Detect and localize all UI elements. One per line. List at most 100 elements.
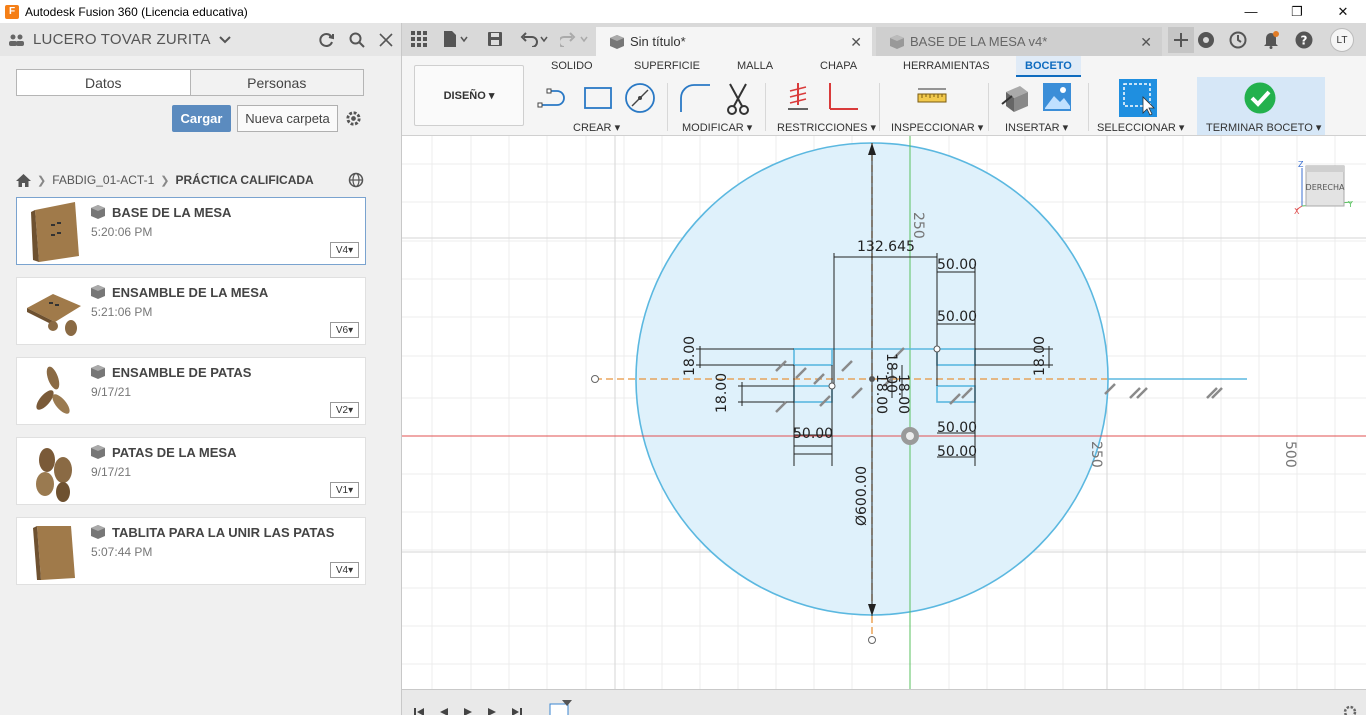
tab-chapa[interactable]: CHAPA <box>820 60 857 72</box>
timeline-sketch-item[interactable] <box>549 700 572 715</box>
list-item[interactable]: ENSAMBLE DE LA MESA 5:21:06 PM V6 ▾ <box>16 277 366 345</box>
go-to-start-icon[interactable] <box>414 708 424 715</box>
timeline-settings-icon[interactable] <box>1342 704 1358 715</box>
go-to-end-icon[interactable] <box>512 708 522 715</box>
dimension-label[interactable]: 50.00 <box>937 444 977 460</box>
workspace-dropdown[interactable]: DISEÑO ▾ <box>414 65 524 126</box>
tab-malla[interactable]: MALLA <box>737 60 773 72</box>
version-dropdown[interactable]: V4 ▾ <box>330 562 359 578</box>
step-forward-icon[interactable] <box>488 708 496 715</box>
sketch-canvas[interactable]: 132.645 50.00 50.00 50.00 50.00 50.00 18… <box>402 136 1366 689</box>
measure-icon[interactable] <box>917 87 947 107</box>
sketch-point[interactable] <box>933 345 941 353</box>
dimension-label[interactable]: 18.00 <box>682 336 698 376</box>
rectangle-tool-icon[interactable] <box>582 85 614 111</box>
seleccionar-menu[interactable]: SELECCIONAR ▾ <box>1097 121 1184 134</box>
version-dropdown[interactable]: V4 ▾ <box>330 242 359 258</box>
modificar-menu[interactable]: MODIFICAR ▾ <box>682 121 752 134</box>
tab-solido[interactable]: SOLIDO <box>551 60 593 72</box>
redo-icon[interactable] <box>560 31 590 47</box>
close-tab-icon[interactable]: ✕ <box>850 34 862 51</box>
apps-grid-icon[interactable] <box>411 31 427 47</box>
list-item[interactable]: TABLITA PARA LA UNIR LAS PATAS 5:07:44 P… <box>16 517 366 585</box>
user-name[interactable]: LUCERO TOVAR ZURITA <box>33 31 211 48</box>
chevron-down-icon[interactable] <box>219 35 231 45</box>
perpendicular-constraint-icon[interactable] <box>826 83 860 113</box>
list-item[interactable]: BASE DE LA MESA 5:20:06 PM V4 ▾ <box>16 197 366 265</box>
version-label: V4 <box>335 244 349 256</box>
minimize-button[interactable]: — <box>1228 0 1274 23</box>
tab-sin-titulo[interactable]: Sin título* ✕ <box>596 27 872 56</box>
horizontal-vertical-constraint-icon[interactable] <box>788 83 808 113</box>
notifications-icon[interactable] <box>1263 31 1279 49</box>
insertar-menu[interactable]: INSERTAR ▾ <box>1005 121 1068 134</box>
team-icon[interactable] <box>8 33 26 47</box>
search-icon[interactable] <box>349 32 365 48</box>
extensions-icon[interactable] <box>1197 31 1215 49</box>
view-cube-face-label: DERECHA <box>1306 183 1345 192</box>
group-label: SELECCIONAR <box>1097 122 1176 134</box>
diameter-dimension-label[interactable]: Ø600.00 <box>854 466 870 526</box>
title-bar: F Autodesk Fusion 360 (Licencia educativ… <box>0 0 1366 23</box>
dimension-label[interactable]: 18.00 <box>714 373 730 413</box>
insert-derive-icon[interactable] <box>1000 82 1030 114</box>
dimension-label[interactable]: 50.00 <box>937 257 977 273</box>
tab-datos[interactable]: Datos <box>17 70 190 95</box>
undo-icon[interactable] <box>520 31 550 47</box>
dimension-label[interactable]: 50.00 <box>793 426 833 442</box>
dimension-label[interactable]: 132.645 <box>857 239 915 255</box>
upload-button[interactable]: Cargar <box>172 105 231 132</box>
construction-endpoint[interactable] <box>868 636 876 644</box>
new-tab-button[interactable] <box>1168 27 1194 53</box>
list-item[interactable]: ENSAMBLE DE PATAS 9/17/21 V2 ▾ <box>16 357 366 425</box>
file-menu-icon[interactable] <box>443 31 469 47</box>
dimension-label[interactable]: 50.00 <box>937 420 977 436</box>
maximize-button[interactable]: ❐ <box>1274 0 1320 23</box>
refresh-icon[interactable] <box>319 32 335 48</box>
close-tab-icon[interactable]: ✕ <box>1140 34 1152 51</box>
fillet-icon[interactable] <box>678 82 712 114</box>
version-dropdown[interactable]: V2 ▾ <box>330 402 359 418</box>
dimension-label[interactable]: 18.00 <box>1032 336 1048 376</box>
job-status-icon[interactable] <box>1229 31 1247 49</box>
tab-boceto[interactable]: BOCETO <box>1016 56 1081 77</box>
line-tool-icon[interactable] <box>537 85 573 111</box>
toolbar-ribbon: SOLIDO SUPERFICIE MALLA CHAPA HERRAMIENT… <box>402 56 1366 136</box>
breadcrumb-folder[interactable]: PRÁCTICA CALIFICADA <box>175 173 313 187</box>
insert-canvas-icon[interactable] <box>1042 82 1072 112</box>
step-back-icon[interactable] <box>440 708 448 715</box>
new-folder-button[interactable]: Nueva carpeta <box>237 105 338 132</box>
restricciones-menu[interactable]: RESTRICCIONES ▾ <box>777 121 876 134</box>
globe-icon[interactable] <box>348 172 364 188</box>
dimension-label[interactable]: 18.00 <box>895 374 911 414</box>
finish-sketch-check-icon[interactable] <box>1244 82 1276 114</box>
sketch-point[interactable] <box>828 382 836 390</box>
tab-personas[interactable]: Personas <box>189 70 363 95</box>
dimension-label[interactable]: 50.00 <box>937 309 977 325</box>
close-window-button[interactable]: ✕ <box>1320 0 1366 23</box>
ribbon-tabs: SOLIDO SUPERFICIE MALLA CHAPA HERRAMIENT… <box>402 56 1366 77</box>
view-cube[interactable]: DERECHA Z Y X <box>1294 160 1362 216</box>
sketch-viewport[interactable]: 132.645 50.00 50.00 50.00 50.00 50.00 18… <box>402 136 1366 689</box>
select-icon[interactable] <box>1119 79 1157 117</box>
version-dropdown[interactable]: V6 ▾ <box>330 322 359 338</box>
version-dropdown[interactable]: V1 ▾ <box>330 482 359 498</box>
save-icon[interactable] <box>487 31 503 47</box>
close-panel-icon[interactable] <box>379 32 393 47</box>
terminar-boceto-menu[interactable]: TERMINAR BOCETO ▾ <box>1206 121 1321 134</box>
tab-herramientas[interactable]: HERRAMIENTAS <box>903 60 990 72</box>
circle-tool-icon[interactable] <box>624 82 656 114</box>
breadcrumb-project[interactable]: FABDIG_01-ACT-1 <box>52 173 154 187</box>
construction-endpoint[interactable] <box>591 375 599 383</box>
inspeccionar-menu[interactable]: INSPECCIONAR ▾ <box>891 121 983 134</box>
tab-base-de-la-mesa[interactable]: BASE DE LA MESA v4* ✕ <box>876 27 1162 56</box>
crear-menu[interactable]: CREAR ▾ <box>573 121 620 134</box>
trim-icon[interactable] <box>724 82 752 116</box>
play-icon[interactable] <box>464 708 472 715</box>
gear-icon[interactable] <box>344 109 363 128</box>
list-item[interactable]: PATAS DE LA MESA 9/17/21 V1 ▾ <box>16 437 366 505</box>
tab-superficie[interactable]: SUPERFICIE <box>634 60 700 72</box>
home-icon[interactable] <box>16 173 31 187</box>
avatar[interactable]: LT <box>1330 28 1354 52</box>
help-icon[interactable]: ? <box>1295 31 1313 49</box>
